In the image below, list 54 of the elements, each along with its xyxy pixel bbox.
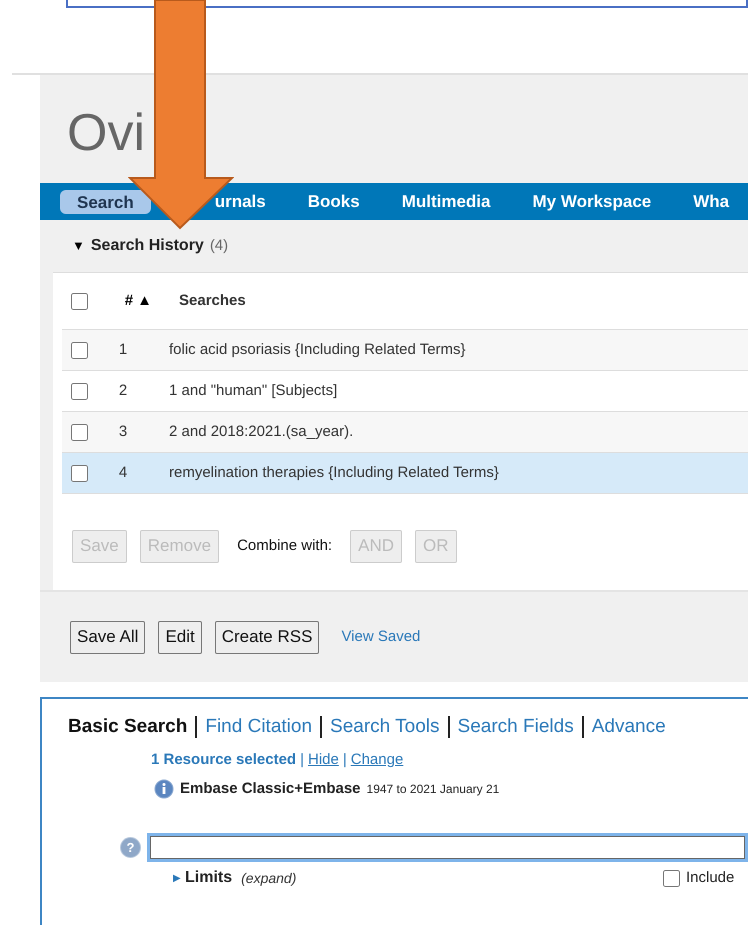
footer-button[interactable]: Create RSS	[214, 620, 320, 654]
row-number: 4	[118, 462, 128, 483]
column-header[interactable]: #	[124, 290, 134, 312]
mode-tab[interactable]: Search Tools	[320, 716, 448, 738]
resource-link[interactable]: Hide	[308, 749, 339, 772]
history-count: (4)	[210, 236, 228, 256]
section-title[interactable]: Search History	[90, 234, 204, 258]
collapse-triangle-icon[interactable]: ▼	[72, 236, 85, 256]
search-query: folic acid psoriasis {Including Related Terms}	[169, 340, 466, 360]
view-saved-link[interactable]: View Saved	[341, 626, 420, 648]
row-number: 1	[118, 340, 128, 360]
row-checkbox[interactable]	[71, 464, 88, 482]
mode-tab[interactable]: Basic Search	[68, 716, 196, 738]
expand-triangle-icon[interactable]: ▶	[173, 870, 181, 886]
mode-tab[interactable]: Advance	[582, 716, 674, 738]
select-all-checkbox[interactable]	[71, 292, 88, 310]
nav-tab[interactable]: Search	[60, 190, 151, 214]
database-name: Embase Classic+Embase	[180, 778, 361, 798]
history-row[interactable]: 4 remyelination therapies {Including Related Terms}	[62, 453, 748, 494]
limits-toggle[interactable]: Limits	[185, 866, 232, 890]
nav-tab[interactable]: Wha	[693, 188, 730, 214]
database-range: 1947 to 2021 January 21	[366, 780, 500, 798]
search-query: 2 and 2018:2021.(sa_year).	[169, 422, 354, 442]
search-input-field[interactable]	[147, 833, 748, 862]
info-icon[interactable]	[154, 778, 174, 799]
limits-hint: (expand)	[241, 868, 296, 888]
nav-tab[interactable]: My Workspace	[532, 188, 652, 214]
footer-button[interactable]: Save All	[70, 620, 146, 654]
include-checkbox[interactable]	[663, 870, 680, 886]
sort-icon[interactable]: ▲	[137, 290, 152, 312]
resources-summary: 1 Resource selected	[151, 750, 296, 770]
row-checkbox[interactable]	[71, 342, 88, 358]
nav-tab[interactable]: Multimedia	[402, 188, 490, 214]
history-row[interactable]: 1 folic acid psoriasis {Including Related Terms}	[62, 330, 748, 371]
separator: |	[300, 750, 304, 770]
history-row[interactable]: 3 2 and 2018:2021.(sa_year).	[62, 412, 748, 453]
row-checkbox[interactable]	[71, 424, 88, 440]
row-number: 3	[118, 422, 128, 442]
mode-tab[interactable]: Search Fields	[448, 716, 582, 738]
row-checkbox[interactable]	[71, 382, 88, 400]
resource-link[interactable]: Change	[350, 749, 404, 772]
search-query: remyelination therapies {Including Related Terms}	[169, 462, 499, 483]
column-header: Searches	[179, 290, 246, 311]
nav-tab[interactable]: Books	[308, 188, 360, 214]
include-label: Include	[686, 868, 736, 888]
combine-label: Combine with:	[237, 536, 332, 556]
footer-button[interactable]: Edit	[158, 620, 202, 654]
row-number: 2	[118, 380, 128, 401]
logo-text: Ovi	[67, 107, 145, 159]
search-query: 1 and "human" [Subjects]	[169, 380, 338, 401]
help-icon[interactable]: ?	[120, 837, 141, 858]
nav-tab[interactable]: urnals	[214, 188, 266, 214]
mode-tab[interactable]: Find Citation	[195, 716, 320, 738]
separator: |	[342, 750, 347, 770]
